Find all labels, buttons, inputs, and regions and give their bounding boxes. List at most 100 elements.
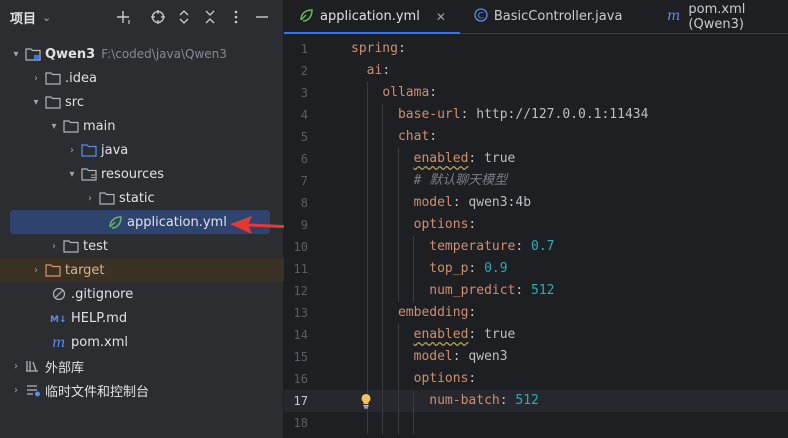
tree-item-label: Qwen3 — [45, 46, 96, 62]
line-number: 1 — [300, 42, 308, 56]
more-options-icon[interactable] — [223, 4, 249, 30]
tab-application-yml[interactable]: application.yml ✕ — [284, 0, 460, 34]
line-number-gutter: 1 2 3 4 5 6 7 8 9 10 11 12 13 14 15 16 17 18 — [284, 34, 348, 438]
code-token: : true — [468, 151, 516, 166]
code-token: 512 — [515, 393, 539, 408]
tree-item-external-libraries[interactable]: › 外部库 — [0, 354, 284, 378]
editor: application.yml ✕ C BasicController.java… — [284, 0, 788, 438]
hide-panel-icon[interactable] — [249, 4, 275, 30]
line-number: 10 — [293, 240, 308, 254]
code-line: top_p: 0.9 — [351, 258, 508, 280]
tree-item-qwen3[interactable]: ▾ Qwen3 F:\coded\java\Qwen3 — [0, 42, 284, 66]
code-token: num-batch — [429, 393, 500, 408]
code-area[interactable]: 1 2 3 4 5 6 7 8 9 10 11 12 13 14 15 16 17 18 spring: ai: … — [284, 34, 788, 438]
tab-pom-xml[interactable]: m pom.xml (Qwen3) — [636, 0, 788, 33]
chevron-down-icon[interactable]: ⌄ — [42, 11, 51, 24]
line-number: 13 — [293, 306, 308, 320]
chevron-right-icon[interactable]: › — [46, 234, 62, 258]
line-number: 12 — [293, 284, 308, 298]
ignore-file-icon — [50, 286, 68, 302]
tree-item-gitignore[interactable]: .gitignore — [0, 282, 284, 306]
collapse-all-icon[interactable] — [197, 4, 223, 30]
indent-guide — [397, 324, 399, 434]
tree-item-resources[interactable]: ▾ resources — [0, 162, 284, 186]
code-token: spring — [351, 41, 398, 56]
tree-item-label: src — [65, 94, 84, 110]
indent-guide — [413, 236, 415, 302]
project-panel-header: 项目 ⌄ — [0, 0, 283, 34]
code-line: model: qwen3 — [351, 346, 508, 368]
lightbulb-icon[interactable] — [360, 390, 374, 412]
project-panel-title[interactable]: 项目 — [10, 8, 36, 27]
tree-item-main[interactable]: ▾ main — [0, 114, 284, 138]
code-line: embedding: — [351, 302, 476, 324]
tree-item-test[interactable]: › test — [0, 234, 284, 258]
chevron-down-icon[interactable]: ▾ — [28, 90, 44, 114]
code-token: : true — [468, 327, 516, 342]
chevron-right-icon[interactable]: › — [28, 66, 44, 90]
project-path: F:\coded\java\Qwen3 — [101, 47, 227, 61]
line-number: 4 — [300, 108, 308, 122]
tree-item-label: 临时文件和控制台 — [45, 384, 150, 400]
svg-text:m: m — [52, 335, 65, 349]
spring-leaf-icon — [298, 7, 314, 27]
tree-item-pom-xml[interactable]: m pom.xml — [0, 330, 284, 354]
chevron-right-icon[interactable]: › — [28, 258, 44, 282]
tab-label: application.yml — [320, 9, 420, 24]
new-file-icon[interactable] — [111, 4, 137, 30]
spring-leaf-icon — [106, 214, 124, 230]
code-token: : — [468, 371, 477, 386]
tree-item-label: java — [101, 142, 129, 158]
source-folder-icon — [80, 142, 98, 158]
line-number: 11 — [293, 262, 308, 276]
locate-icon[interactable] — [145, 4, 171, 30]
line-number: 2 — [300, 64, 308, 78]
code-token: : qwen3 — [452, 349, 508, 364]
chevron-down-icon[interactable]: ▾ — [46, 114, 62, 138]
tree-item-label: target — [65, 262, 105, 278]
code-token: ollama — [382, 85, 430, 100]
code-token: : — [468, 261, 485, 276]
chevron-right-icon[interactable]: › — [64, 138, 80, 162]
close-icon[interactable]: ✕ — [436, 10, 446, 24]
code-token: 512 — [531, 283, 555, 298]
chevron-right-icon[interactable]: › — [82, 186, 98, 210]
chevron-down-icon[interactable]: ▾ — [64, 162, 80, 186]
tree-item-java[interactable]: › java — [0, 138, 284, 162]
tab-basic-controller[interactable]: C BasicController.java — [460, 0, 637, 33]
svg-text:C: C — [477, 11, 483, 21]
tree-item-help-md[interactable]: M↓ HELP.md — [0, 306, 284, 330]
code-line: ai: — [351, 60, 390, 82]
tree-item-static[interactable]: › static — [0, 186, 284, 210]
maven-icon: m — [666, 8, 682, 26]
tree-item-src[interactable]: ▾ src — [0, 90, 284, 114]
code-token: 0.7 — [531, 239, 555, 254]
code-token: ai — [366, 63, 383, 78]
chevron-down-icon[interactable]: ▾ — [8, 42, 24, 66]
code-token: 0.9 — [484, 261, 508, 276]
code-line: ollama: — [351, 82, 437, 104]
line-number: 16 — [293, 372, 308, 386]
tree-item-label: application.yml — [127, 214, 227, 230]
indent-guide — [382, 104, 384, 434]
tree-item-scratches[interactable]: › 临时文件和控制台 — [0, 378, 284, 402]
code-token: : — [515, 239, 532, 254]
line-number: 7 — [300, 174, 308, 188]
line-number: 15 — [293, 350, 308, 364]
code-token: embedding — [397, 305, 469, 320]
code-token: : — [397, 41, 406, 56]
line-number: 3 — [300, 86, 308, 100]
editor-tabs: application.yml ✕ C BasicController.java… — [284, 0, 788, 34]
expand-all-icon[interactable] — [171, 4, 197, 30]
chevron-right-icon[interactable]: › — [8, 378, 24, 402]
project-toolbar — [111, 0, 275, 34]
chevron-right-icon[interactable]: › — [8, 354, 24, 378]
code-token: : — [468, 305, 477, 320]
code-token: num_predict — [429, 283, 516, 298]
tree-item-target[interactable]: › target — [0, 258, 284, 282]
tree-item-idea[interactable]: › .idea — [0, 66, 284, 90]
ide-window: 项目 ⌄ ▾ Qwen3 F:\coded\java\Qwen3 › .idea… — [0, 0, 788, 438]
